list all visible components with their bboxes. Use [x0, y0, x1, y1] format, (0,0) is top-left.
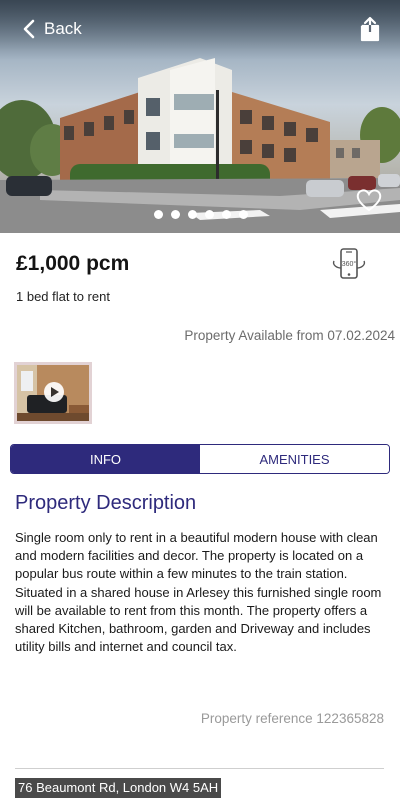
chevron-left-icon — [23, 19, 35, 39]
divider — [15, 768, 384, 769]
property-address: 76 Beaumont Rd, London W4 5AH — [15, 778, 222, 798]
listing-price: £1,000 pcm — [16, 252, 130, 275]
carousel-dot[interactable] — [205, 210, 214, 219]
carousel-dot[interactable] — [188, 210, 197, 219]
property-reference: Property reference 122365828 — [200, 711, 384, 726]
carousel-dot[interactable] — [154, 210, 163, 219]
listing-type: 1 bed flat to rent — [16, 289, 110, 304]
tab-info[interactable]: INFO — [11, 445, 200, 473]
video-thumbnail[interactable] — [14, 362, 92, 424]
360-phone-icon[interactable]: 360° — [331, 248, 367, 280]
carousel-dot[interactable] — [171, 210, 180, 219]
availability-date: Property Available from 07.02.2024 — [184, 328, 395, 343]
back-button[interactable]: Back — [22, 18, 82, 40]
carousel-dot[interactable] — [222, 210, 231, 219]
back-label: Back — [44, 19, 82, 38]
carousel-pagination[interactable] — [154, 210, 248, 219]
description-title: Property Description — [15, 492, 197, 514]
share-icon[interactable] — [358, 16, 382, 42]
carousel-dot[interactable] — [239, 210, 248, 219]
svg-text:360°: 360° — [342, 260, 357, 268]
property-photo-carousel[interactable]: Back — [0, 0, 400, 233]
info-tabs: INFO AMENITIES — [10, 444, 390, 474]
tab-amenities[interactable]: AMENITIES — [200, 445, 389, 473]
play-icon[interactable] — [44, 382, 64, 402]
description-text: Single room only to rent in a beautiful … — [15, 530, 382, 655]
heart-icon[interactable] — [356, 188, 382, 212]
